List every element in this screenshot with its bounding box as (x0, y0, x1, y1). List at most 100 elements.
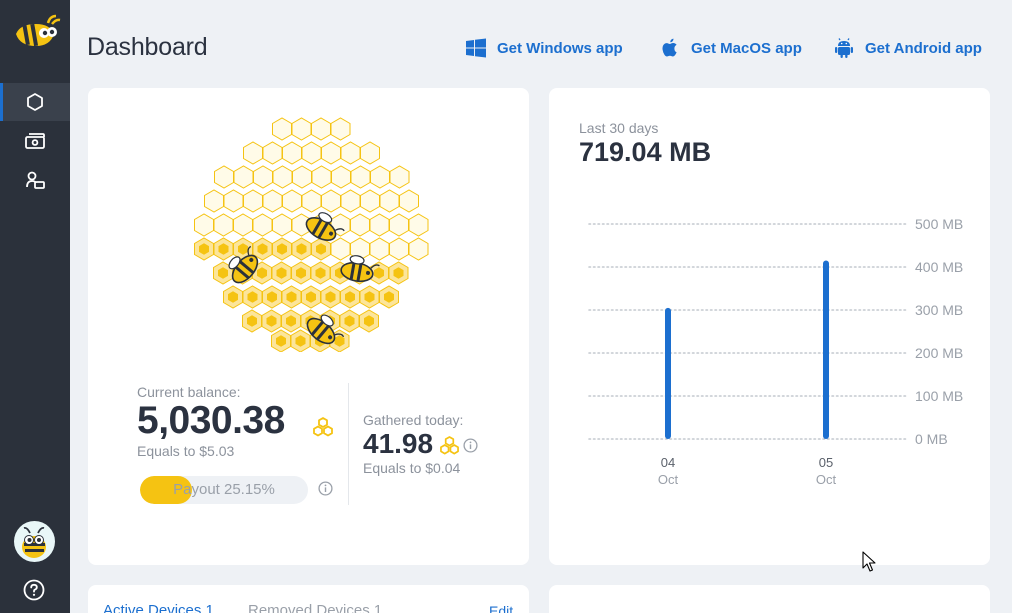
x-tick-sublabel: Oct (658, 472, 679, 487)
sidebar-item-dashboard[interactable] (0, 83, 70, 121)
honeycomb-cell (223, 189, 244, 213)
honeycomb-cell (379, 189, 400, 213)
balance-equals: Equals to $5.03 (137, 443, 235, 459)
get-windows-app-label: Get Windows app (497, 39, 623, 57)
honeycomb-cell (272, 117, 292, 141)
honeycomb-cell (282, 141, 302, 165)
honeycomb-cell (301, 141, 322, 165)
get-android-app-link[interactable]: Get Android app (833, 36, 982, 60)
honeycomb-cell (311, 117, 331, 141)
current-balance-label: Current balance: (137, 384, 241, 400)
honeycomb-cell (292, 165, 312, 189)
honeycomb-cell (253, 165, 273, 189)
honey-coin-icon (313, 417, 333, 437)
sidebar (0, 0, 70, 613)
honeycomb-cell (331, 165, 351, 189)
honeycomb-cell (291, 117, 312, 141)
y-tick-label: 400 MB (915, 259, 963, 275)
payout-info-icon[interactable] (318, 481, 333, 496)
cash-icon (25, 133, 45, 149)
honeycomb-cell (321, 141, 341, 165)
honeycomb-cell (369, 213, 390, 237)
get-macos-app-label: Get MacOS app (691, 39, 802, 57)
honeycomb-cell (194, 213, 214, 237)
bee-logo[interactable] (10, 12, 62, 56)
honeycomb-illustration (194, 117, 429, 352)
honeycomb-cell (408, 213, 429, 237)
honeycomb-cell (243, 141, 263, 165)
help-icon[interactable] (22, 578, 46, 602)
honeycomb-cell (399, 189, 419, 213)
chart-bar[interactable] (665, 307, 671, 439)
user-avatar[interactable] (14, 521, 55, 562)
honeycomb-cell (389, 213, 409, 237)
tab-removed-devices[interactable]: Removed Devices 1 (248, 602, 382, 613)
honeycomb-cell (243, 189, 263, 213)
get-macos-app-link[interactable]: Get MacOS app (659, 36, 802, 60)
gathered-equals: Equals to $0.04 (363, 460, 461, 476)
honeycomb-cell (389, 237, 409, 261)
y-tick-label: 300 MB (915, 302, 963, 318)
honeycomb-cell (321, 189, 341, 213)
x-tick-label: 05 (819, 455, 833, 470)
balance-divider (348, 383, 349, 505)
android-icon (835, 38, 853, 58)
chart-total-value: 719.04 MB (579, 137, 712, 167)
tab-active-devices[interactable]: Active Devices 1 (103, 602, 214, 613)
current-balance-value: 5,030.38 (137, 399, 285, 442)
honeycomb-cell (330, 117, 351, 141)
sidebar-item-devices[interactable] (0, 161, 70, 199)
gathered-today-label: Gathered today: (363, 412, 464, 428)
honeycomb-cell (350, 165, 371, 189)
honeycomb-cell (233, 213, 253, 237)
bee-avatar-icon (22, 526, 46, 558)
honeycomb-cell (204, 189, 224, 213)
x-tick-sublabel: Oct (816, 472, 837, 487)
honeycomb-cell (252, 213, 273, 237)
honeycomb-cell (389, 165, 410, 189)
honeycomb-cell (272, 213, 292, 237)
honeycomb-cell (301, 189, 322, 213)
hexagon-icon (27, 93, 43, 111)
get-windows-app-link[interactable]: Get Windows app (465, 36, 623, 60)
honeycomb-cell (370, 165, 390, 189)
honeycomb-cell (408, 237, 429, 261)
chart-range-label: Last 30 days (579, 120, 659, 136)
gathered-info-icon[interactable] (463, 438, 478, 453)
honeycomb-cell (311, 165, 332, 189)
payout-progress[interactable]: Payout 25.15% (140, 476, 308, 504)
honeycomb-cell (340, 189, 361, 213)
windows-icon (466, 38, 486, 58)
honeycomb-cell (272, 165, 293, 189)
traffic-bar-chart: 0 MB 100 MB 200 MB 300 MB 400 MB 500 MB 04 Oct 0… (588, 216, 963, 487)
honeycomb-cell (330, 237, 351, 261)
gathered-today-value: 41.98 (363, 428, 434, 459)
honeycomb-cell (360, 189, 380, 213)
edit-devices-link[interactable]: Edit (489, 603, 513, 613)
honeycomb-cell (233, 165, 254, 189)
y-tick-label: 200 MB (915, 345, 963, 361)
honeycomb-cell (262, 189, 283, 213)
devices-icon (26, 171, 45, 189)
honeycomb-cell (340, 141, 361, 165)
honeycomb-cell (350, 213, 370, 237)
honeycomb-cell (214, 165, 234, 189)
sidebar-item-cashout[interactable] (0, 122, 70, 160)
honey-coin-icon (440, 436, 459, 455)
y-tick-label: 100 MB (915, 388, 963, 404)
page-title: Dashboard (87, 33, 208, 61)
y-tick-label: 0 MB (915, 431, 948, 447)
honeycomb-cell (262, 141, 283, 165)
honeycomb-cell (213, 213, 234, 237)
payout-progress-label: Payout 25.15% (173, 481, 275, 498)
honeycomb-cell (369, 237, 390, 261)
honeycomb-cell (360, 141, 380, 165)
mouse-cursor-icon (862, 551, 876, 572)
secondary-card (549, 585, 990, 613)
chart-bar[interactable] (823, 260, 829, 439)
apple-icon (662, 38, 677, 57)
x-tick-label: 04 (661, 455, 675, 470)
y-tick-label: 500 MB (915, 216, 963, 232)
get-android-app-label: Get Android app (865, 39, 982, 57)
honeycomb-cell (282, 189, 302, 213)
